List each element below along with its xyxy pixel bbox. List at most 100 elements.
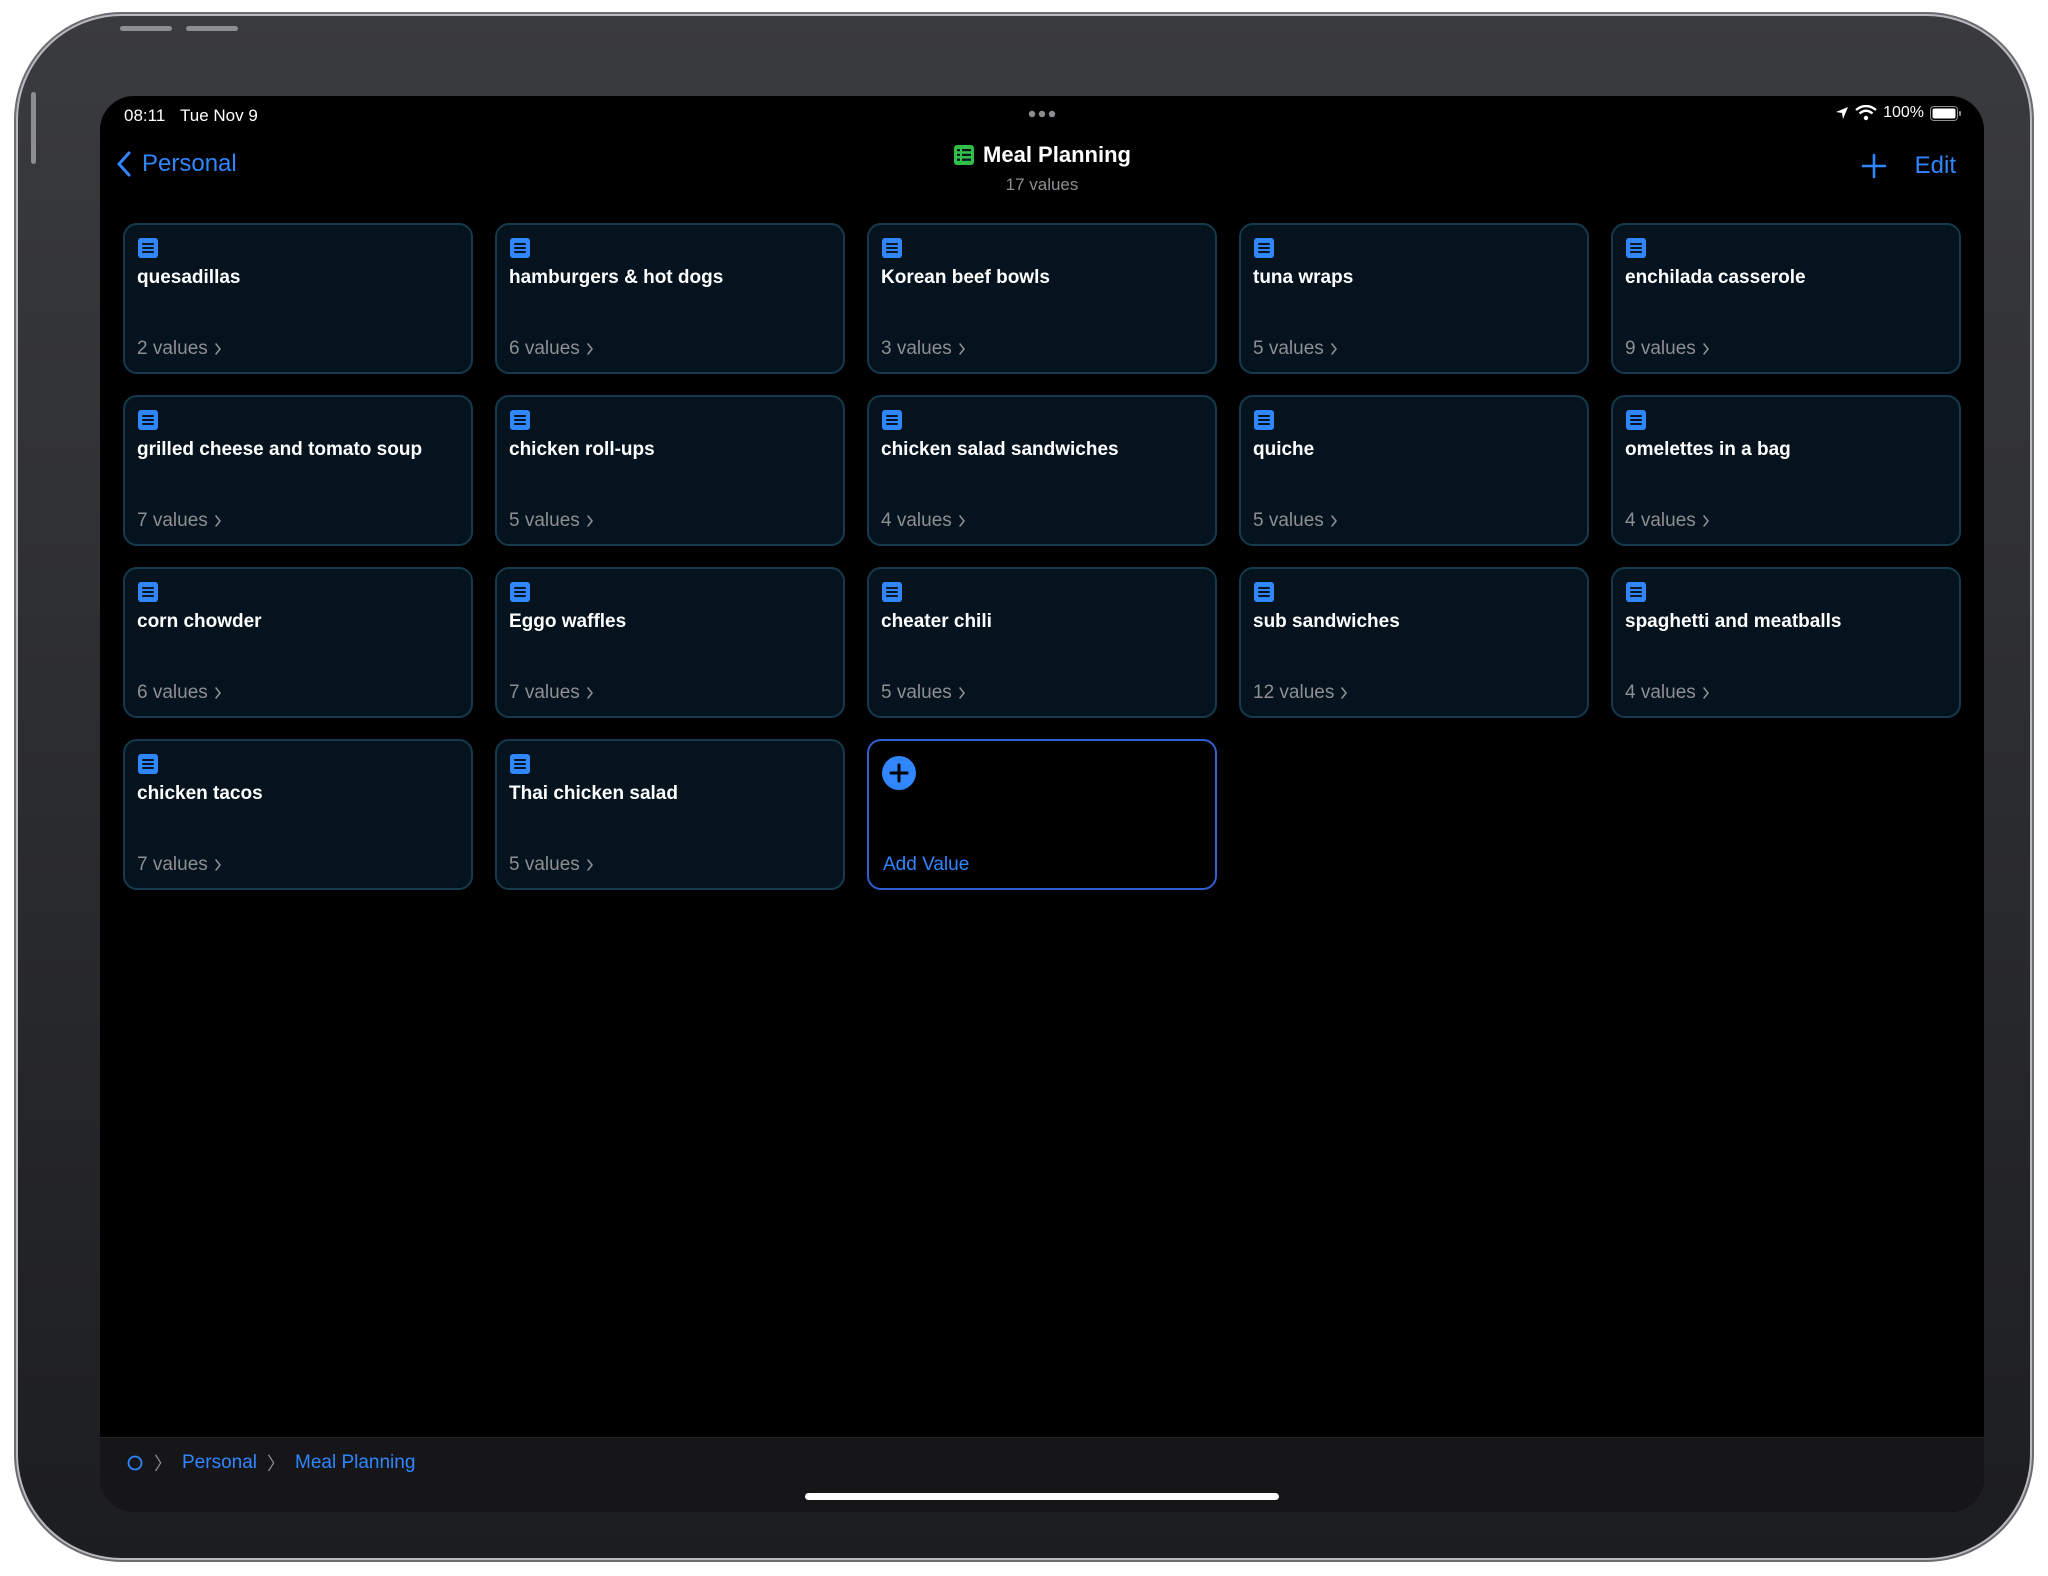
- page-title-text: Meal Planning: [983, 142, 1131, 167]
- breadcrumb-separator-icon: 〉: [267, 1454, 285, 1474]
- value-card[interactable]: chicken tacos 7 values: [123, 739, 473, 890]
- value-card-title: chicken tacos: [137, 783, 263, 804]
- value-card[interactable]: enchilada casserole 9 values: [1611, 223, 1961, 374]
- document-text-icon: [138, 754, 158, 774]
- chevron-right-icon: [1330, 515, 1337, 527]
- value-count-text: 3 values: [881, 338, 952, 359]
- document-text-icon: [1254, 410, 1274, 430]
- chevron-right-icon: [958, 343, 965, 355]
- chevron-right-icon: [958, 687, 965, 699]
- document-text-icon: [882, 238, 902, 258]
- value-count-text: 5 values: [1253, 510, 1324, 531]
- chevron-right-icon: [214, 859, 221, 871]
- value-card-count: 5 values: [1253, 338, 1338, 360]
- chevron-right-icon: [214, 687, 221, 699]
- value-card-count: 5 values: [881, 682, 966, 704]
- value-card-count: 7 values: [509, 682, 594, 704]
- circle-icon[interactable]: [126, 1454, 144, 1472]
- battery-icon: [1930, 105, 1961, 121]
- value-count-text: 6 values: [137, 682, 208, 703]
- page-subtitle: 17 values: [1005, 175, 1079, 194]
- value-count-text: 2 values: [137, 338, 208, 359]
- value-card-count: 3 values: [881, 338, 966, 360]
- value-card[interactable]: grilled cheese and tomato soup 7 values: [123, 395, 473, 546]
- document-text-icon: [882, 410, 902, 430]
- document-text-icon: [1626, 410, 1646, 430]
- value-card[interactable]: corn chowder 6 values: [123, 567, 473, 718]
- chevron-right-icon: [1702, 515, 1709, 527]
- document-text-icon: [138, 410, 158, 430]
- chevron-right-icon: [586, 515, 593, 527]
- edit-button[interactable]: Edit: [1915, 152, 1956, 180]
- value-card[interactable]: Korean beef bowls 3 values: [867, 223, 1217, 374]
- value-count-text: 7 values: [509, 682, 580, 703]
- bottom-bar: 〉 Personal 〉 Meal Planning: [100, 1437, 1984, 1512]
- navigation-bar: Personal Meal Planning 17 values Edit: [100, 136, 1984, 206]
- add-value-card[interactable]: Add Value: [867, 739, 1217, 890]
- value-count-text: 5 values: [881, 682, 952, 703]
- breadcrumb-item-personal[interactable]: Personal: [182, 1452, 257, 1474]
- value-card-title: spaghetti and meatballs: [1625, 611, 1842, 632]
- chevron-right-icon: [1702, 343, 1709, 355]
- document-text-icon: [138, 582, 158, 602]
- status-bar: 08:11 Tue Nov 9 100%: [100, 96, 1984, 136]
- ipad-frame: 08:11 Tue Nov 9 100% Personal Meal Plann…: [18, 16, 2030, 1558]
- document-text-icon: [510, 754, 530, 774]
- chevron-right-icon: [586, 343, 593, 355]
- value-card[interactable]: quesadillas 2 values: [123, 223, 473, 374]
- value-card[interactable]: chicken salad sandwiches 4 values: [867, 395, 1217, 546]
- document-text-icon: [1254, 582, 1274, 602]
- value-card-title: chicken roll-ups: [509, 439, 655, 460]
- value-count-text: 4 values: [1625, 682, 1696, 703]
- power-button: [31, 92, 36, 164]
- value-card[interactable]: Eggo waffles 7 values: [495, 567, 845, 718]
- chevron-right-icon: [958, 515, 965, 527]
- document-text-icon: [510, 238, 530, 258]
- wifi-icon: [1855, 105, 1877, 121]
- nav-actions: Edit: [1861, 152, 1956, 180]
- document-text-icon: [510, 410, 530, 430]
- value-card[interactable]: sub sandwiches 12 values: [1239, 567, 1589, 718]
- document-text-icon: [1254, 238, 1274, 258]
- value-card-title: omelettes in a bag: [1625, 439, 1791, 460]
- value-count-text: 5 values: [509, 854, 580, 875]
- add-icon[interactable]: [1861, 153, 1887, 179]
- value-card[interactable]: cheater chili 5 values: [867, 567, 1217, 718]
- value-card-count: 6 values: [509, 338, 594, 360]
- home-indicator[interactable]: [805, 1493, 1279, 1500]
- battery-percent: 100%: [1883, 104, 1924, 121]
- value-card[interactable]: chicken roll-ups 5 values: [495, 395, 845, 546]
- value-card-count: 4 values: [1625, 682, 1710, 704]
- value-count-text: 5 values: [1253, 338, 1324, 359]
- value-card[interactable]: omelettes in a bag 4 values: [1611, 395, 1961, 546]
- multitasking-dots-icon[interactable]: [1027, 109, 1057, 119]
- value-card[interactable]: quiche 5 values: [1239, 395, 1589, 546]
- value-card-count: 5 values: [1253, 510, 1338, 532]
- plus-circle-icon: [882, 756, 916, 790]
- value-card[interactable]: Thai chicken salad 5 values: [495, 739, 845, 890]
- value-card-count: 4 values: [1625, 510, 1710, 532]
- value-card[interactable]: spaghetti and meatballs 4 values: [1611, 567, 1961, 718]
- document-text-icon: [138, 238, 158, 258]
- value-card[interactable]: tuna wraps 5 values: [1239, 223, 1589, 374]
- chevron-right-icon: [214, 343, 221, 355]
- value-card-title: grilled cheese and tomato soup: [137, 439, 423, 460]
- value-count-text: 6 values: [509, 338, 580, 359]
- value-card-title: Korean beef bowls: [881, 267, 1050, 288]
- value-card-count: 4 values: [881, 510, 966, 532]
- location-arrow-icon: [1836, 107, 1849, 119]
- page-title: Meal Planning: [953, 142, 1131, 168]
- breadcrumb: 〉 Personal 〉 Meal Planning: [126, 1450, 415, 1476]
- value-card-title: enchilada casserole: [1625, 267, 1806, 288]
- value-card-count: 7 values: [137, 854, 222, 876]
- add-value-label: Add Value: [883, 854, 970, 875]
- value-card-title: Thai chicken salad: [509, 783, 678, 804]
- value-count-text: 7 values: [137, 854, 208, 875]
- document-text-icon: [1626, 238, 1646, 258]
- value-card-title: quesadillas: [137, 267, 241, 288]
- breadcrumb-item-meal-planning[interactable]: Meal Planning: [295, 1452, 415, 1474]
- value-card-count: 5 values: [509, 510, 594, 532]
- value-card[interactable]: hamburgers & hot dogs 6 values: [495, 223, 845, 374]
- document-text-icon: [510, 582, 530, 602]
- chevron-right-icon: [1341, 687, 1348, 699]
